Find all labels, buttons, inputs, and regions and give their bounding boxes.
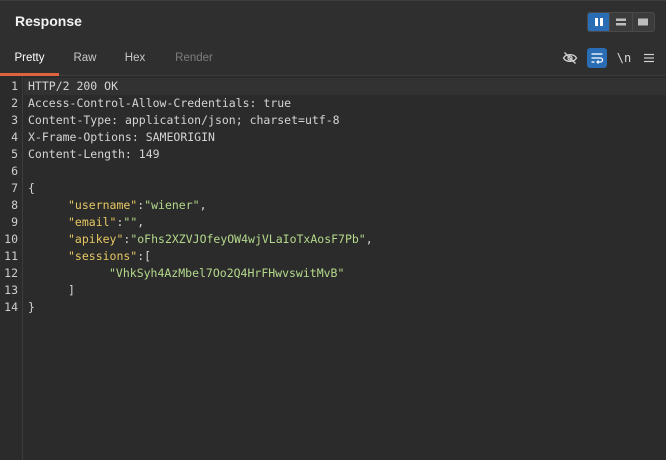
json-line: "username":"wiener", xyxy=(68,198,207,212)
json-key: "email" xyxy=(68,215,117,229)
json-close-bracket: ] xyxy=(68,283,75,297)
eye-off-icon[interactable] xyxy=(560,48,580,68)
line-number: 13 xyxy=(4,283,18,297)
line-number: 4 xyxy=(11,130,18,144)
header-name: Content-Length: xyxy=(28,147,132,161)
tab-render[interactable]: Render xyxy=(166,42,222,76)
json-line: "email":"", xyxy=(68,215,145,229)
panel-title: Response xyxy=(15,13,82,29)
view-layout-toggle xyxy=(587,12,655,32)
json-line: "sessions":[ xyxy=(68,249,152,263)
single-pane-icon[interactable] xyxy=(631,13,654,31)
json-key: "username" xyxy=(68,198,138,212)
json-line: "apikey":"oFhs2XZVJOfeyOW4wjVLaIoTxAosF7… xyxy=(68,232,373,246)
line-number: 6 xyxy=(11,164,18,178)
line-number: 2 xyxy=(11,96,18,110)
line-number: 11 xyxy=(4,249,18,263)
tab-raw[interactable]: Raw xyxy=(62,42,108,76)
line-number-gutter: 1 2 3 4 5 6 7 8 9 10 11 12 13 14 xyxy=(0,76,23,460)
json-key: "apikey" xyxy=(68,232,124,246)
split-horizontal-icon[interactable] xyxy=(609,13,631,31)
header-value: SAMEORIGIN xyxy=(138,130,215,144)
line-number: 8 xyxy=(11,198,18,212)
view-tabs: Pretty Raw Hex Render \n xyxy=(0,42,666,76)
line-number: 1 xyxy=(11,79,18,93)
header-name: X-Frame-Options: xyxy=(28,130,139,144)
newline-icon[interactable]: \n xyxy=(614,48,634,68)
json-value: "oFhs2XZVJOfeyOW4wjVLaIoTxAosF7Pb" xyxy=(130,232,366,246)
header-value: 149 xyxy=(131,147,160,161)
response-editor[interactable]: 1 2 3 4 5 6 7 8 9 10 11 12 13 14 HTTP/2 … xyxy=(0,76,666,460)
json-value: "wiener" xyxy=(144,198,200,212)
json-value: "VhkSyh4AzMbel7Oo2Q4HrFHwvswitMvB" xyxy=(109,266,345,280)
header-line: Content-Type: application/json; charset=… xyxy=(28,112,340,129)
status-line: HTTP/2 200 OK xyxy=(28,79,119,93)
current-line-highlight xyxy=(24,78,666,95)
line-number: 14 xyxy=(4,300,18,314)
response-panel: Response Pretty Raw Hex Render \n 1 2 3 … xyxy=(0,0,666,460)
json-key: "sessions" xyxy=(68,249,138,263)
line-number: 3 xyxy=(11,113,18,127)
header-line: Content-Length: 149 xyxy=(28,146,160,163)
tab-pretty[interactable]: Pretty xyxy=(0,42,59,76)
header-line: Access-Control-Allow-Credentials: true xyxy=(28,95,291,112)
line-number: 7 xyxy=(11,181,18,195)
json-value: "" xyxy=(123,215,138,229)
header-name: Access-Control-Allow-Credentials: xyxy=(28,96,257,110)
header-line: X-Frame-Options: SAMEORIGIN xyxy=(28,129,215,146)
line-number: 9 xyxy=(11,215,18,229)
menu-icon[interactable] xyxy=(639,48,659,68)
header-value: true xyxy=(256,96,292,110)
header-value: application/json; charset=utf-8 xyxy=(118,113,340,127)
json-open-brace: { xyxy=(28,181,35,195)
header-name: Content-Type: xyxy=(28,113,119,127)
json-array-item: "VhkSyh4AzMbel7Oo2Q4HrFHwvswitMvB" xyxy=(109,265,344,282)
split-vertical-icon[interactable] xyxy=(588,13,610,31)
json-close-brace: } xyxy=(28,300,35,314)
line-number: 10 xyxy=(4,232,18,246)
response-header: Response xyxy=(0,0,666,42)
line-number: 5 xyxy=(11,147,18,161)
word-wrap-icon[interactable] xyxy=(587,48,607,68)
tab-hex[interactable]: Hex xyxy=(112,42,158,76)
line-number: 12 xyxy=(4,266,18,280)
